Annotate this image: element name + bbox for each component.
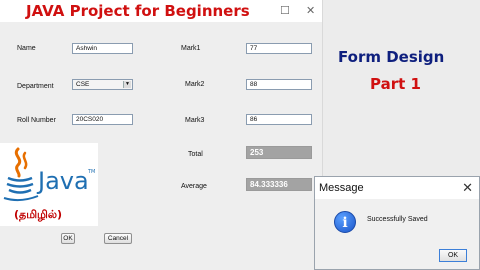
ok-button[interactable]: OK <box>61 233 75 244</box>
roll-number-field[interactable]: 20CS020 <box>72 114 133 125</box>
dialog-title: Message <box>319 182 364 194</box>
close-icon[interactable]: ✕ <box>462 177 473 199</box>
total-field: 253 <box>246 146 312 159</box>
total-label: Total <box>188 151 203 158</box>
dialog-message: Successfully Saved <box>367 216 428 223</box>
average-label: Average <box>181 183 207 190</box>
department-dropdown[interactable]: CSE ▼ <box>72 79 133 90</box>
minimize-icon[interactable]: ☐ <box>280 2 290 20</box>
roll-number-label: Roll Number <box>17 117 56 124</box>
mark2-label: Mark2 <box>185 81 205 88</box>
title-bar: JAVA Project for Beginners ☐ ✕ <box>0 0 322 22</box>
info-icon: i <box>334 211 356 233</box>
mark1-label: Mark1 <box>181 45 201 52</box>
mark3-field[interactable]: 86 <box>246 114 312 125</box>
tamil-caption: (தமிழில்) <box>14 208 63 221</box>
part-heading: Part 1 <box>370 75 421 93</box>
department-label: Department <box>17 83 54 90</box>
name-label: Name <box>17 45 36 52</box>
average-field: 84.333336 <box>246 178 312 191</box>
mark1-field[interactable]: 77 <box>246 43 312 54</box>
mark2-field[interactable]: 88 <box>246 79 312 90</box>
trademark: TM <box>87 169 95 175</box>
dropdown-arrow-icon[interactable]: ▼ <box>123 81 131 88</box>
banner-title: JAVA Project for Beginners <box>26 2 250 20</box>
dialog-title-bar: Message ✕ <box>315 177 479 199</box>
department-value: CSE <box>76 81 90 88</box>
cancel-button[interactable]: Cancel <box>104 233 132 244</box>
app-window: JAVA Project for Beginners ☐ ✕ Name Ashw… <box>0 0 323 270</box>
close-icon[interactable]: ✕ <box>306 2 315 20</box>
mark3-label: Mark3 <box>185 117 205 124</box>
name-field[interactable]: Ashwin <box>72 43 133 54</box>
form-design-heading: Form Design <box>338 48 445 66</box>
dialog-ok-button[interactable]: OK <box>439 249 467 262</box>
java-logo-icon: Java TM <box>3 147 95 202</box>
java-wordmark: Java <box>36 167 89 195</box>
message-dialog: Message ✕ i Successfully Saved OK <box>314 176 480 270</box>
